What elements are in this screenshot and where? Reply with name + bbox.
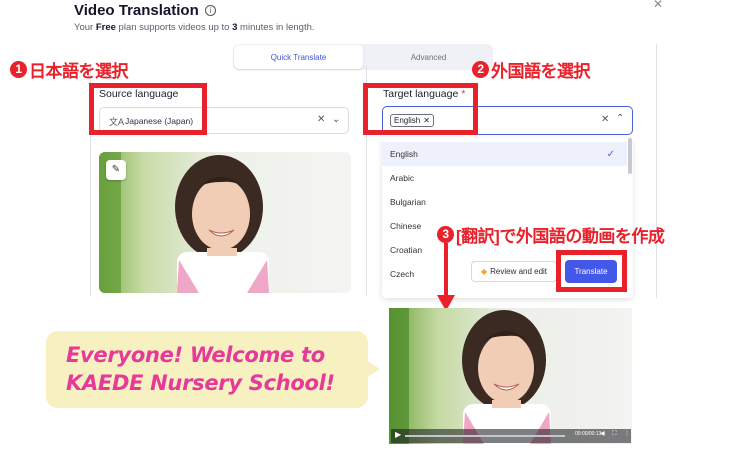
- highlight-box-target: [363, 83, 478, 135]
- bubble-line-2: KAEDE Nursery School!: [66, 371, 335, 395]
- step1-text: 日本語を選択: [29, 62, 129, 81]
- option-bulgarian[interactable]: Bulgarian: [382, 190, 627, 214]
- review-button-label: Review and edit: [490, 267, 548, 276]
- chevron-up-icon[interactable]: ⌃: [616, 113, 624, 124]
- plan-name: Free: [95, 22, 116, 33]
- check-icon: ✓: [606, 148, 615, 160]
- video-progress-track[interactable]: [405, 435, 565, 437]
- option-label: English: [390, 149, 418, 159]
- info-icon[interactable]: i: [204, 5, 216, 16]
- clear-target-icon[interactable]: ✕: [601, 114, 609, 125]
- chevron-down-icon[interactable]: ⌄: [332, 114, 340, 125]
- option-english[interactable]: English ✓: [382, 142, 627, 166]
- clear-source-icon[interactable]: ✕: [317, 114, 325, 125]
- mode-tabs: Quick Translate Advanced: [233, 44, 493, 70]
- volume-fullscreen-icons[interactable]: ◀ ⛶ ⋮: [600, 430, 633, 438]
- step3-text: [翻訳]で外国語の動画を作成: [456, 227, 665, 246]
- page-title-text: Video Translation: [74, 2, 199, 19]
- page-title: Video Translation i: [74, 2, 216, 19]
- speech-bubble: Everyone! Welcome to KAEDE Nursery Schoo…: [46, 331, 368, 408]
- plan-note-prefix: Your: [74, 22, 96, 33]
- tab-quick-translate[interactable]: Quick Translate: [234, 45, 363, 69]
- close-icon[interactable]: ✕: [653, 0, 663, 11]
- step2-text: 外国語を選択: [491, 62, 591, 81]
- plan-note: Your Free plan supports videos up to 3 m…: [74, 22, 315, 33]
- option-arabic[interactable]: Arabic: [382, 166, 627, 190]
- review-and-edit-button[interactable]: ◆ Review and edit: [471, 261, 557, 282]
- video-time: 00:00/00:13: [575, 431, 602, 437]
- speech-bubble-tail: [366, 360, 380, 378]
- step1-badge: 1: [10, 61, 27, 78]
- plan-note-suffix: minutes in length.: [237, 22, 315, 33]
- annotation-step3: 3 [翻訳]で外国語の動画を作成: [437, 222, 665, 247]
- translated-video-player[interactable]: [389, 308, 632, 444]
- step2-badge: 2: [472, 61, 489, 78]
- red-arrow-down: [437, 243, 455, 311]
- sparkle-icon: ◆: [480, 267, 488, 276]
- edit-pencil-icon[interactable]: ✎: [106, 160, 126, 180]
- plan-note-mid: plan supports videos up to: [115, 22, 233, 33]
- dropdown-scrollbar[interactable]: [628, 138, 632, 174]
- play-icon[interactable]: ▶: [395, 430, 401, 439]
- annotation-step2: 2 外国語を選択: [472, 57, 591, 82]
- source-video-thumbnail: [99, 152, 351, 293]
- highlight-box-translate: [556, 250, 627, 292]
- panel-border-right: [656, 44, 657, 298]
- bubble-line-1: Everyone! Welcome to: [66, 343, 325, 367]
- highlight-box-source: [89, 83, 207, 135]
- annotation-step1: 1 日本語を選択: [10, 57, 129, 82]
- step3-badge: 3: [437, 226, 454, 243]
